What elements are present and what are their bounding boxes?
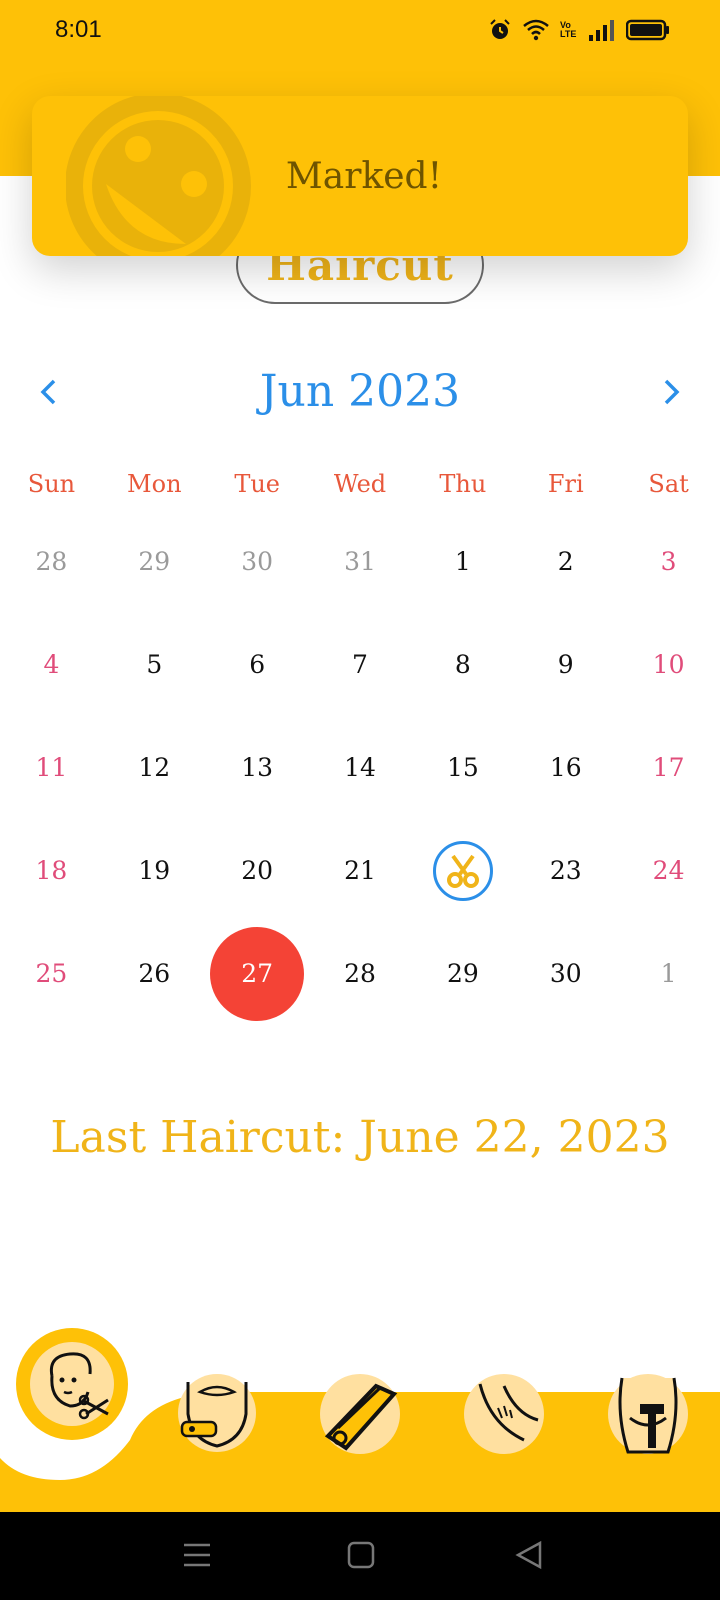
calendar-day[interactable]: 23 — [514, 819, 617, 922]
weekday-label: Tue — [234, 470, 280, 498]
calendar-day[interactable]: 1 — [411, 510, 514, 613]
month-navigation: Jun 2023 — [0, 356, 720, 428]
calendar-day[interactable]: 21 — [309, 819, 412, 922]
volte-label: Vo LTE — [560, 20, 577, 39]
calendar-day[interactable]: 29 — [411, 922, 514, 1025]
weekday-label: Mon — [127, 470, 182, 498]
calendar-grid: 28 29 30 31 1 2 3 4 5 6 7 8 9 10 11 12 1… — [0, 510, 720, 1025]
calendar-day[interactable]: 11 — [0, 716, 103, 819]
haircut-icon — [49, 1352, 109, 1420]
toast-notification: Marked! — [32, 96, 688, 256]
calendar-day[interactable]: 30 — [514, 922, 617, 1025]
back-icon[interactable] — [514, 1540, 544, 1570]
calendar-day[interactable]: 18 — [0, 819, 103, 922]
nav-trimmer-button[interactable] — [320, 1374, 400, 1454]
wifi-icon — [523, 19, 549, 41]
calendar-day[interactable]: 26 — [103, 922, 206, 1025]
calendar-day[interactable]: 19 — [103, 819, 206, 922]
weekday-header: Sun Mon Tue Wed Thu Fri Sat — [0, 462, 720, 506]
calendar-day[interactable]: 29 — [103, 510, 206, 613]
calendar-day[interactable]: 2 — [514, 510, 617, 613]
status-icons: Vo LTE — [488, 18, 670, 42]
nav-body-shave-button[interactable] — [608, 1374, 688, 1454]
calendar-day[interactable]: 13 — [206, 716, 309, 819]
weekday-label: Sat — [648, 470, 689, 498]
calendar-day[interactable]: 7 — [309, 613, 412, 716]
calendar-day[interactable]: 3 — [617, 510, 720, 613]
trimmer-icon — [324, 1383, 398, 1451]
haircut-mark — [432, 840, 493, 901]
calendar-day[interactable]: 10 — [617, 613, 720, 716]
home-icon[interactable] — [346, 1540, 376, 1570]
status-time: 8:01 — [55, 16, 102, 43]
last-haircut-text: Last Haircut: June 22, 2023 — [50, 1112, 670, 1163]
bottom-navigation — [0, 1328, 720, 1512]
weekday-label: Fri — [547, 470, 584, 498]
calendar-day-today[interactable]: 27 — [206, 922, 309, 1025]
calendar-day[interactable]: 30 — [206, 510, 309, 613]
calendar-day[interactable]: 28 — [309, 922, 412, 1025]
calendar-day[interactable]: 24 — [617, 819, 720, 922]
system-navigation-bar — [0, 1512, 720, 1600]
nav-underarm-button[interactable] — [464, 1374, 544, 1454]
calendar-day[interactable]: 17 — [617, 716, 720, 819]
menu-icon[interactable] — [182, 1540, 212, 1570]
weekday-label: Wed — [333, 470, 387, 498]
calendar-day[interactable]: 5 — [103, 613, 206, 716]
calendar-day[interactable]: 4 — [0, 613, 103, 716]
calendar-day[interactable]: 31 — [309, 510, 412, 613]
body-shave-icon — [618, 1377, 678, 1454]
calendar-day[interactable]: 8 — [411, 613, 514, 716]
signal-icon — [589, 20, 614, 41]
status-bar: 8:01 Vo LTE — [0, 0, 720, 64]
calendar-day[interactable]: 6 — [206, 613, 309, 716]
calendar-day[interactable]: 25 — [0, 922, 103, 1025]
calendar-day[interactable]: 15 — [411, 716, 514, 819]
beard-icon — [180, 1382, 248, 1448]
next-month-button[interactable] — [652, 372, 692, 412]
weekday-label: Thu — [439, 470, 487, 498]
battery-icon — [626, 19, 669, 41]
underarm-icon — [478, 1383, 539, 1442]
alarm-icon — [490, 19, 510, 39]
calendar-day[interactable]: 1 — [617, 922, 720, 1025]
calendar-day[interactable]: 14 — [309, 716, 412, 819]
nav-haircut-button[interactable] — [16, 1328, 128, 1440]
calendar-day-marked[interactable]: 22 — [411, 819, 514, 922]
scissors-icon — [446, 854, 479, 888]
toast-message: Marked! — [285, 155, 443, 197]
nav-beard-button[interactable] — [178, 1374, 256, 1452]
calendar-day[interactable]: 16 — [514, 716, 617, 819]
month-title: Jun 2023 — [259, 366, 461, 417]
calendar-day[interactable]: 20 — [206, 819, 309, 922]
calendar-day[interactable]: 12 — [103, 716, 206, 819]
weekday-label: Sun — [27, 470, 76, 498]
calendar-day[interactable]: 9 — [514, 613, 617, 716]
chevron-right-icon — [664, 379, 680, 405]
calendar-day[interactable]: 28 — [0, 510, 103, 613]
